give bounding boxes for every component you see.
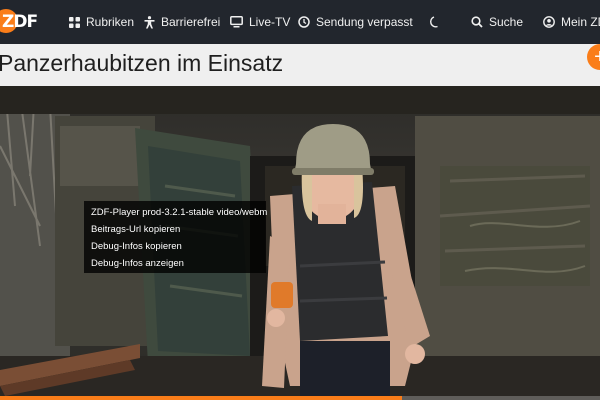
search-icon	[471, 16, 489, 28]
video-progress-fill	[0, 396, 402, 400]
page-title: Panzerhaubitzen im Einsatz	[0, 50, 284, 76]
video-player[interactable]: ZDF-Player prod-3.2.1-stable video/webm …	[0, 86, 600, 400]
grid-icon	[69, 16, 86, 28]
nav-sendung-verpasst-label: Sendung verpasst	[316, 15, 413, 29]
tv-icon	[230, 16, 249, 28]
dark-mode-toggle[interactable]	[429, 0, 447, 44]
moon-icon	[429, 16, 447, 28]
top-navigation: ZDF Rubriken Barrierefrei Live-TV Sendun…	[0, 0, 600, 44]
plus-icon: +	[594, 47, 600, 67]
user-icon	[543, 16, 561, 28]
nav-rubriken[interactable]: Rubriken	[69, 0, 134, 44]
video-progress-bar[interactable]	[0, 396, 600, 400]
accessibility-icon	[144, 15, 161, 29]
ctx-show-debug-info[interactable]: Debug-Infos anzeigen	[84, 256, 266, 272]
nav-rubriken-label: Rubriken	[86, 15, 135, 29]
nav-sendung-verpasst[interactable]: Sendung verpasst	[298, 0, 413, 44]
player-context-menu: ZDF-Player prod-3.2.1-stable video/webm …	[84, 201, 267, 273]
ctx-player-version[interactable]: ZDF-Player prod-3.2.1-stable video/webm	[84, 205, 267, 221]
clock-icon	[298, 16, 316, 28]
ctx-copy-url[interactable]: Beitrags-Url kopieren	[84, 222, 266, 238]
nav-live-tv[interactable]: Live-TV	[230, 0, 290, 44]
nav-suche-label: Suche	[489, 15, 524, 29]
nav-live-tv-label: Live-TV	[249, 15, 291, 29]
nav-mein-zdf-label: Mein ZDF	[561, 15, 600, 29]
logo-text: ZDF	[2, 12, 38, 32]
nav-mein-zdf[interactable]: Mein ZDF	[543, 0, 600, 44]
nav-barrierefrei[interactable]: Barrierefrei	[144, 0, 220, 44]
ctx-copy-debug-info[interactable]: Debug-Infos kopieren	[84, 239, 266, 255]
nav-suche[interactable]: Suche	[471, 0, 523, 44]
nav-barrierefrei-label: Barrierefrei	[161, 15, 221, 29]
title-band: Panzerhaubitzen im Einsatz	[0, 44, 600, 82]
zdf-logo[interactable]: ZDF	[0, 9, 38, 35]
